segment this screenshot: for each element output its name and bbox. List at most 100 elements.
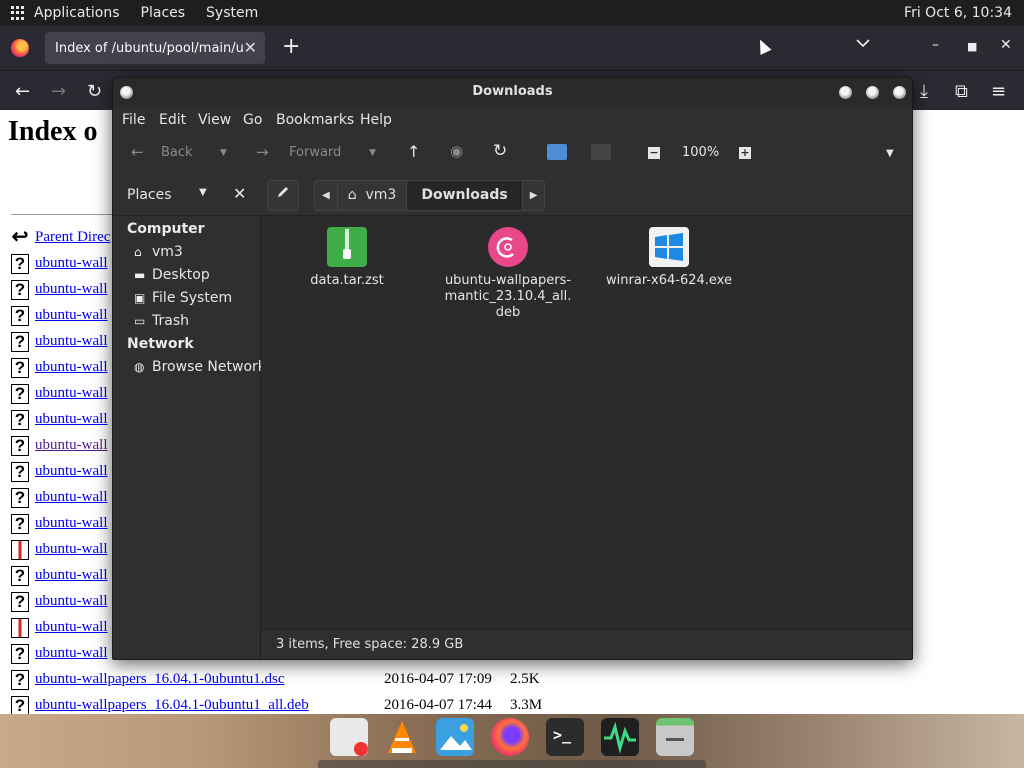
listing-link[interactable]: ubuntu-wall — [35, 515, 108, 532]
breadcrumb-right-arrow[interactable]: ▶ — [523, 181, 545, 210]
close-sidebar-icon[interactable]: ✕ — [233, 184, 246, 203]
computer-icon[interactable] — [591, 144, 611, 160]
listing-link[interactable]: ubuntu-wall — [35, 645, 108, 662]
text-editor-icon[interactable] — [330, 718, 368, 756]
sidebar-mode-dropdown-icon[interactable]: ▼ — [199, 187, 207, 198]
back-arrow-icon[interactable]: ← — [15, 81, 30, 102]
minimize-button[interactable]: – — [932, 37, 939, 53]
listing-link[interactable]: ubuntu-wall — [35, 567, 108, 584]
listing-link[interactable]: ubuntu-wall — [35, 593, 108, 610]
file-manager-window: Downloads File Edit View Go Bookmarks He… — [112, 77, 913, 660]
menu-places[interactable]: Places — [141, 5, 186, 21]
apps-grid-icon[interactable] — [11, 6, 25, 20]
listing-link[interactable]: ubuntu-wall — [35, 281, 108, 298]
home-folder-icon[interactable] — [547, 144, 567, 160]
home-icon: ⌂ — [134, 245, 142, 259]
unknown-file-icon: ? — [11, 670, 29, 690]
listing-link[interactable]: ubuntu-wall — [35, 437, 108, 454]
file-item[interactable]: winrar-x64-624.exe — [599, 227, 739, 289]
browser-tab[interactable]: Index of /ubuntu/pool/main/u/ubuntu-wall… — [45, 32, 265, 64]
file-item[interactable]: data.tar.zst — [277, 227, 417, 289]
firefox-dock-icon[interactable] — [491, 718, 529, 756]
listing-link[interactable]: ubuntu-wall — [35, 307, 108, 324]
image-viewer-icon[interactable] — [436, 718, 474, 756]
system-monitor-icon[interactable] — [601, 718, 639, 756]
toolbar-overflow-icon[interactable]: ▼ — [886, 148, 894, 159]
reload-icon[interactable]: ↻ — [87, 81, 102, 102]
sidebar-item-trash[interactable]: ▭ Trash — [134, 313, 189, 329]
fm-pathbar: Places ▼ ✕ ◀ ⌂ vm3 Downloads ▶ — [113, 176, 912, 216]
breadcrumb-home[interactable]: ⌂ vm3 — [338, 181, 408, 210]
sidebar-item-file-system[interactable]: ▣ File System — [134, 290, 232, 306]
unknown-file-icon: ? — [11, 280, 29, 300]
menu-applications[interactable]: Applications — [34, 5, 120, 21]
window-menu-icon[interactable] — [120, 86, 133, 99]
listing-link[interactable]: ubuntu-wall — [35, 255, 108, 272]
sidebar-mode-label[interactable]: Places — [127, 187, 172, 203]
close-icon[interactable] — [893, 86, 906, 99]
menu-system[interactable]: System — [206, 5, 258, 21]
menu-file[interactable]: File — [122, 112, 145, 128]
extensions-icon[interactable]: ⧉ — [955, 81, 968, 102]
sidebar-item-desktop[interactable]: ▬ Desktop — [134, 267, 210, 283]
listing-link[interactable]: ubuntu-wall — [35, 619, 108, 636]
maximize-button[interactable]: ■ — [967, 40, 977, 53]
zoom-in-icon[interactable]: + — [739, 147, 751, 159]
minimize-icon[interactable] — [839, 86, 852, 99]
unknown-file-icon: ? — [11, 436, 29, 456]
tab-list-button[interactable] — [856, 37, 870, 52]
up-arrow-icon[interactable]: ↑ — [407, 142, 420, 161]
forward-history-dropdown-icon[interactable]: ▼ — [369, 148, 376, 158]
maximize-icon[interactable] — [866, 86, 879, 99]
tab-close-icon[interactable]: ✕ — [244, 38, 257, 57]
windows-exe-icon — [649, 227, 689, 267]
menu-go[interactable]: Go — [243, 112, 262, 128]
back-button[interactable]: Back — [161, 145, 193, 160]
breadcrumb-left-arrow[interactable]: ◀ — [315, 181, 338, 210]
forward-button[interactable]: Forward — [289, 145, 341, 160]
forward-arrow-icon[interactable]: → — [256, 143, 269, 161]
trash-icon: ▭ — [134, 314, 146, 328]
back-history-dropdown-icon[interactable]: ▼ — [220, 148, 227, 158]
close-window-button[interactable]: ✕ — [1000, 37, 1012, 53]
edit-path-button[interactable] — [267, 180, 299, 211]
listing-link[interactable]: ubuntu-wall — [35, 359, 108, 376]
zoom-out-icon[interactable]: − — [648, 147, 660, 159]
sidebar-item-label: File System — [152, 290, 233, 306]
listing-link[interactable]: Parent Direc — [35, 229, 110, 246]
sidebar-header-computer: Computer — [127, 221, 205, 237]
unknown-file-icon: ? — [11, 514, 29, 534]
fm-file-view[interactable]: data.tar.zst ubuntu-wallpapers- mantic_2… — [261, 216, 912, 629]
listing-link[interactable]: ubuntu-wall — [35, 489, 108, 506]
new-tab-button[interactable]: + — [282, 34, 300, 59]
sidebar-item-browse-network[interactable]: ◍ Browse Network — [134, 359, 266, 375]
hamburger-menu-icon[interactable]: ≡ — [991, 81, 1006, 102]
listing-link[interactable]: ubuntu-wallpapers_16.04.1-0ubuntu1_all.d… — [35, 697, 309, 714]
menu-help[interactable]: Help — [360, 112, 392, 128]
status-spacer — [113, 629, 261, 659]
listing-link[interactable]: ubuntu-wallpapers_16.04.1-0ubuntu1.dsc — [35, 671, 285, 688]
downloads-icon[interactable]: ⤓ — [920, 81, 928, 102]
breadcrumb-downloads[interactable]: Downloads — [407, 181, 523, 210]
file-item[interactable]: ubuntu-wallpapers- mantic_23.10.4_all. d… — [438, 227, 578, 321]
unknown-file-icon: ? — [11, 306, 29, 326]
stop-icon[interactable]: ◉ — [450, 142, 463, 160]
listing-link[interactable]: ubuntu-wall — [35, 463, 108, 480]
files-icon[interactable] — [656, 718, 694, 756]
listing-date: 2016-04-07 17:44 — [384, 697, 492, 713]
reload-icon[interactable]: ↻ — [493, 141, 507, 161]
menu-bookmarks[interactable]: Bookmarks — [276, 112, 354, 128]
clock[interactable]: Fri Oct 6, 10:34 — [904, 5, 1012, 21]
listing-link[interactable]: ubuntu-wall — [35, 411, 108, 428]
terminal-icon[interactable]: >_ — [546, 718, 584, 756]
listing-link[interactable]: ubuntu-wall — [35, 385, 108, 402]
back-arrow-icon[interactable]: ← — [131, 143, 144, 161]
listing-link[interactable]: ubuntu-wall — [35, 541, 108, 558]
forward-arrow-icon[interactable]: → — [51, 81, 66, 102]
listing-link[interactable]: ubuntu-wall — [35, 333, 108, 350]
vlc-icon[interactable] — [383, 718, 421, 756]
menu-view[interactable]: View — [198, 112, 231, 128]
sidebar-item-vm3[interactable]: ⌂ vm3 — [134, 244, 183, 260]
menu-edit[interactable]: Edit — [159, 112, 186, 128]
fm-titlebar[interactable]: Downloads — [113, 78, 912, 108]
